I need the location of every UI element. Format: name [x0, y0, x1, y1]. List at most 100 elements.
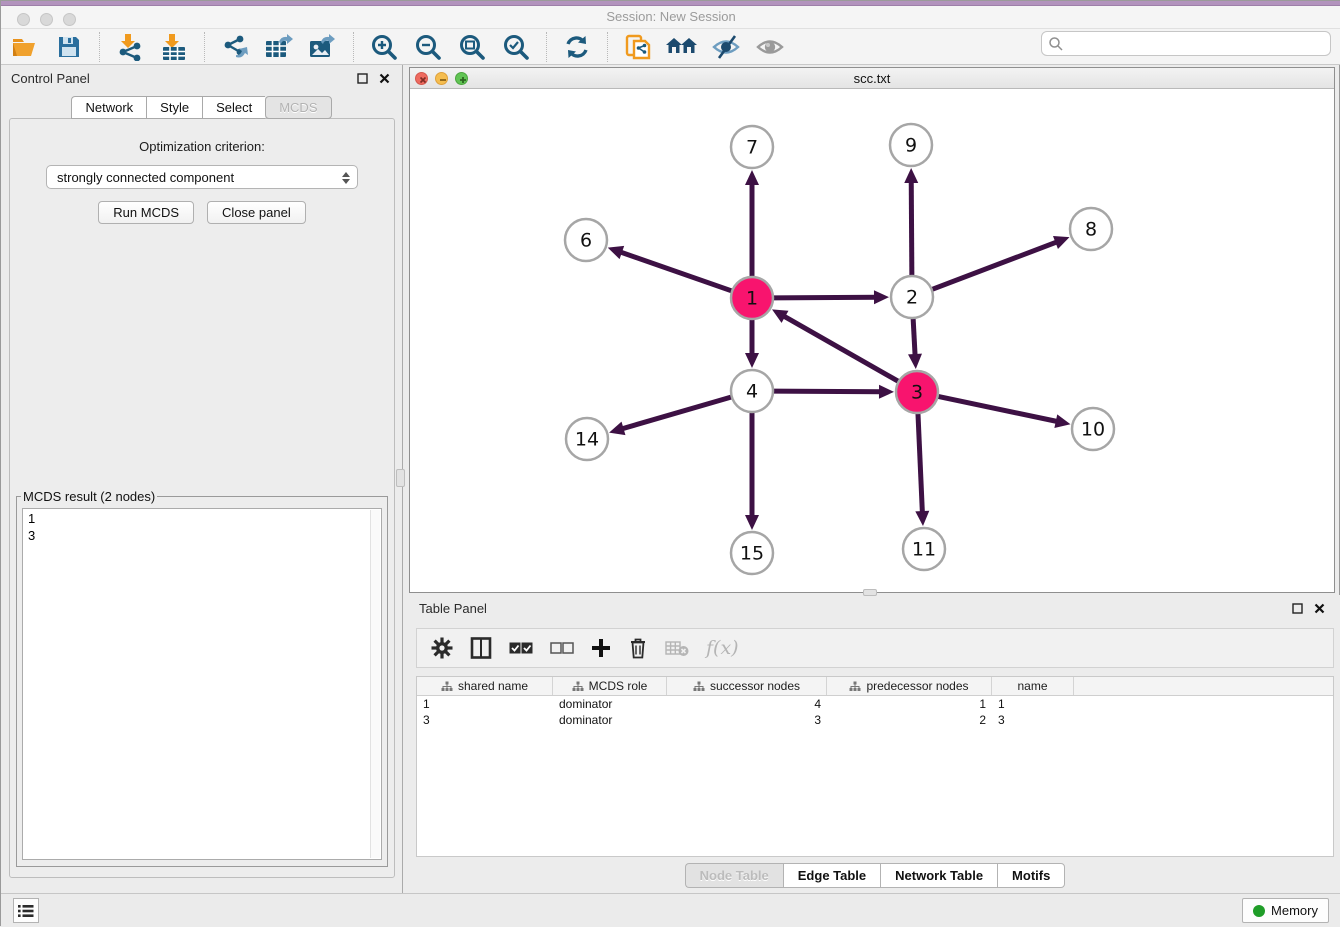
- graph-edge-4-14[interactable]: [620, 397, 732, 430]
- table-panel-title: Table Panel: [419, 601, 1283, 616]
- result-line: 1: [28, 510, 376, 527]
- select-all-columns-icon[interactable]: [509, 641, 533, 655]
- table-row[interactable]: 1 dominator 4 1 1: [417, 696, 1333, 712]
- control-panel-tabs: Network Style Select MCDS: [1, 96, 402, 119]
- float-table-panel-icon[interactable]: [1289, 600, 1305, 616]
- show-columns-icon[interactable]: [470, 637, 492, 659]
- column-header-predecessor-nodes[interactable]: predecessor nodes: [827, 677, 992, 695]
- network-window-titlebar[interactable]: scc.txt: [410, 68, 1334, 89]
- mcds-result-textarea[interactable]: 1 3: [22, 508, 382, 860]
- tab-style[interactable]: Style: [146, 96, 202, 119]
- task-history-button[interactable]: [13, 898, 39, 923]
- run-mcds-button[interactable]: Run MCDS: [98, 201, 194, 224]
- zoom-out-icon[interactable]: [412, 32, 444, 62]
- tab-network[interactable]: Network: [71, 96, 146, 119]
- graph-node-10[interactable]: 10: [1072, 408, 1114, 450]
- clone-network-icon[interactable]: [622, 32, 654, 62]
- graph-edge-3-1[interactable]: [782, 315, 899, 382]
- vertical-splitter-grip[interactable]: [396, 469, 405, 487]
- table-row[interactable]: 3 dominator 3 2 3: [417, 712, 1333, 728]
- graph-node-label: 14: [575, 429, 599, 451]
- memory-button[interactable]: Memory: [1242, 898, 1329, 923]
- memory-label: Memory: [1271, 903, 1318, 918]
- table-settings-gear-icon[interactable]: [431, 637, 453, 659]
- graph-node-14[interactable]: 14: [566, 418, 608, 460]
- control-panel: Control Panel Network Style Select MCDS …: [1, 65, 403, 893]
- criterion-value: strongly connected component: [57, 170, 234, 185]
- graph-edge-arrowhead: [874, 290, 889, 304]
- node-table[interactable]: shared name MCDS role successor nodes pr…: [416, 676, 1334, 857]
- close-table-panel-icon[interactable]: [1311, 600, 1327, 616]
- export-image-icon[interactable]: [307, 32, 339, 62]
- result-scrollbar[interactable]: [370, 510, 380, 858]
- memory-status-icon: [1253, 905, 1265, 917]
- export-network-icon[interactable]: [219, 32, 251, 62]
- graph-node-7[interactable]: 7: [731, 126, 773, 168]
- deselect-all-columns-icon[interactable]: [550, 641, 574, 655]
- graph-edge-4-3[interactable]: [773, 391, 883, 392]
- hide-selected-icon[interactable]: [710, 32, 742, 62]
- graph-edge-3-10[interactable]: [938, 396, 1060, 422]
- graph-node-11[interactable]: 11: [903, 528, 945, 570]
- column-header-successor-nodes[interactable]: successor nodes: [667, 677, 827, 695]
- delete-column-trash-icon[interactable]: [628, 637, 648, 659]
- save-session-icon[interactable]: [53, 32, 85, 62]
- graph-node-8[interactable]: 8: [1070, 208, 1112, 250]
- function-builder-icon[interactable]: f(x): [706, 637, 739, 659]
- graph-node-9[interactable]: 9: [890, 124, 932, 166]
- graph-node-1[interactable]: 1: [731, 277, 773, 319]
- tab-mcds[interactable]: MCDS: [265, 96, 331, 119]
- search-box[interactable]: [1041, 31, 1331, 56]
- export-table-icon[interactable]: [263, 32, 295, 62]
- column-header-mcds-role[interactable]: MCDS role: [553, 677, 667, 695]
- tab-node-table[interactable]: Node Table: [685, 863, 783, 888]
- column-header-shared-name[interactable]: shared name: [417, 677, 553, 695]
- open-session-icon[interactable]: [9, 32, 41, 62]
- close-panel-icon[interactable]: [376, 70, 392, 86]
- graph-node-15[interactable]: 15: [731, 532, 773, 574]
- tab-motifs[interactable]: Motifs: [997, 863, 1065, 888]
- graph-edge-2-9[interactable]: [911, 179, 912, 276]
- create-column-icon[interactable]: [591, 638, 611, 658]
- graph-edge-1-6[interactable]: [618, 251, 732, 291]
- graph-node-6[interactable]: 6: [565, 219, 607, 261]
- close-panel-button[interactable]: Close panel: [207, 201, 306, 224]
- table-tabs: Node Table Edge Table Network Table Moti…: [409, 863, 1340, 888]
- zoom-fit-icon[interactable]: [456, 32, 488, 62]
- show-all-icon[interactable]: [754, 32, 786, 62]
- graph-edge-arrowhead: [745, 515, 759, 530]
- search-input[interactable]: [1064, 34, 1330, 54]
- float-panel-icon[interactable]: [354, 70, 370, 86]
- home-networks-icon[interactable]: [666, 32, 698, 62]
- tab-edge-table[interactable]: Edge Table: [783, 863, 880, 888]
- graph-node-2[interactable]: 2: [891, 276, 933, 318]
- graph-node-label: 7: [746, 137, 758, 159]
- hierarchy-icon: [849, 681, 861, 692]
- horizontal-splitter-grip[interactable]: [863, 589, 877, 596]
- import-table-icon[interactable]: [158, 32, 190, 62]
- criterion-dropdown[interactable]: strongly connected component: [46, 165, 358, 189]
- result-line: 3: [28, 527, 376, 544]
- refresh-layout-icon[interactable]: [561, 32, 593, 62]
- import-network-icon[interactable]: [114, 32, 146, 62]
- tab-network-table[interactable]: Network Table: [880, 863, 997, 888]
- graph-node-3[interactable]: 3: [896, 371, 938, 413]
- column-header-name[interactable]: name: [992, 677, 1074, 695]
- network-window-title: scc.txt: [410, 71, 1334, 86]
- graph-edge-2-8[interactable]: [932, 241, 1060, 289]
- network-window: scc.txt 7 9 6 8 1 2 4 3 14 10 15 11: [409, 67, 1335, 593]
- graph-node-4[interactable]: 4: [731, 370, 773, 412]
- graph-edge-arrowhead: [1054, 414, 1070, 428]
- network-canvas[interactable]: 7 9 6 8 1 2 4 3 14 10 15 11: [410, 89, 1334, 592]
- mcds-result-title: MCDS result (2 nodes): [21, 489, 157, 504]
- zoom-in-icon[interactable]: [368, 32, 400, 62]
- graph-edge-2-3[interactable]: [913, 318, 915, 358]
- graph-edge-1-2[interactable]: [773, 297, 878, 298]
- network-graph: 7 9 6 8 1 2 4 3 14 10 15 11: [410, 89, 1334, 592]
- graph-edge-3-11[interactable]: [918, 413, 923, 515]
- zoom-selected-icon[interactable]: [500, 32, 532, 62]
- tab-select[interactable]: Select: [202, 96, 265, 119]
- delete-table-icon[interactable]: [665, 639, 689, 657]
- table-panel: Table Panel f(x) shared na: [409, 595, 1340, 893]
- graph-node-label: 2: [906, 287, 918, 309]
